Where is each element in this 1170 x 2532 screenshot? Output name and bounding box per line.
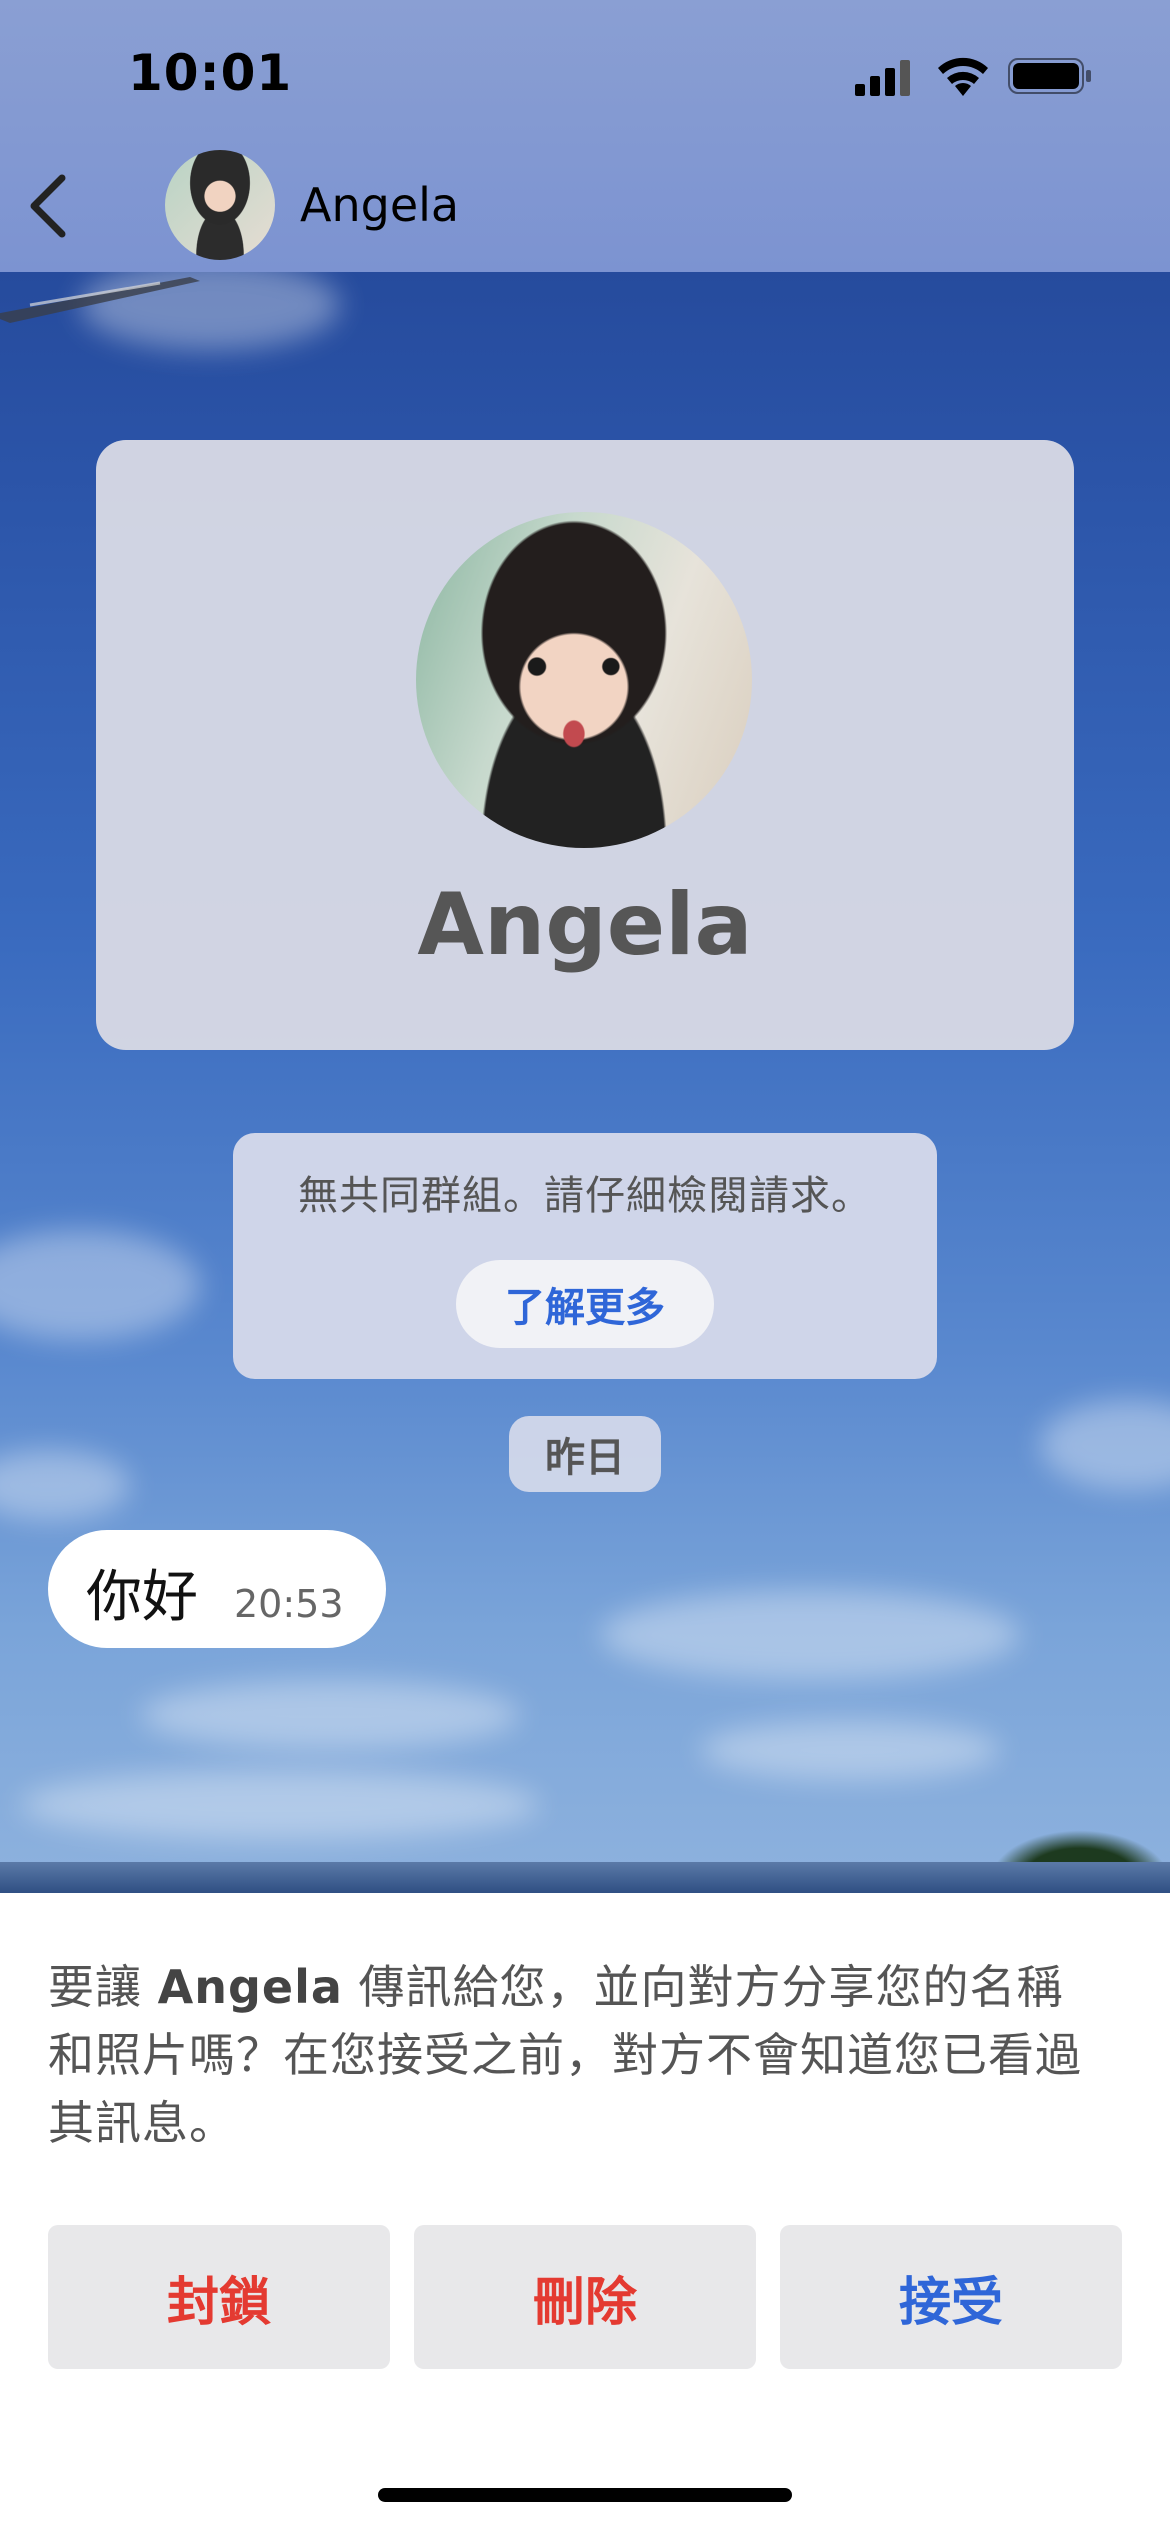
learn-more-button[interactable]: 了解更多 — [456, 1260, 714, 1348]
accept-button[interactable]: 接受 — [780, 2225, 1122, 2369]
profile-card: Angela — [96, 440, 1074, 1050]
wallpaper-cloud — [0, 1450, 130, 1520]
back-chevron-icon[interactable] — [20, 168, 80, 244]
wallpaper-cloud — [1040, 1400, 1170, 1490]
status-bar-time: 10:01 — [128, 44, 293, 102]
battery-icon — [1008, 58, 1091, 94]
date-separator: 昨日 — [509, 1416, 661, 1492]
prompt-prefix: 要讓 — [48, 1960, 158, 2014]
profile-avatar[interactable] — [416, 512, 752, 848]
wallpaper-cloud — [0, 1230, 200, 1340]
wallpaper-cloud — [600, 1590, 1020, 1680]
request-prompt-text: 要讓 Angela 傳訊給您，並向對方分享您的名稱和照片嗎？在您接受之前，對方不… — [48, 1953, 1108, 2157]
prompt-contact-name: Angela — [157, 1960, 343, 2014]
cellular-signal-icon — [855, 56, 915, 96]
notice-text: 無共同群組。請仔細檢閱請求。 — [298, 1173, 872, 1219]
branch-silhouette — [0, 277, 200, 323]
home-indicator[interactable] — [378, 2488, 792, 2502]
message-text: 你好 — [86, 1565, 198, 1630]
wallpaper-cloud — [20, 1770, 540, 1840]
header-contact-name[interactable]: Angela — [300, 178, 459, 232]
message-timestamp: 20:53 — [234, 1582, 344, 1626]
wallpaper-cloud — [140, 1680, 520, 1750]
profile-name: Angela — [417, 875, 753, 975]
wallpaper-cloud — [700, 1720, 1000, 1780]
chat-header: 10:01 Angela — [0, 0, 1170, 272]
request-notice-card: 無共同群組。請仔細檢閱請求。 了解更多 — [233, 1133, 937, 1379]
message-bubble[interactable]: 你好 20:53 — [48, 1530, 386, 1648]
delete-button[interactable]: 刪除 — [414, 2225, 756, 2369]
sea-horizon — [0, 1862, 1170, 1893]
block-button[interactable]: 封鎖 — [48, 2225, 390, 2369]
contact-avatar[interactable] — [165, 150, 275, 260]
message-request-panel: 要讓 Angela 傳訊給您，並向對方分享您的名稱和照片嗎？在您接受之前，對方不… — [0, 1893, 1170, 2532]
wifi-icon — [938, 57, 988, 96]
